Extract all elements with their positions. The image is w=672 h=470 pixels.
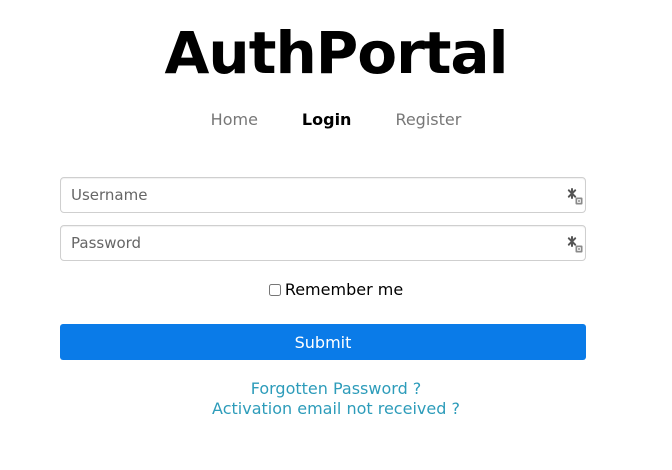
nav-home-link[interactable]: Home [211,110,258,129]
submit-button[interactable]: Submit [60,324,586,360]
password-field-wrapper [60,225,586,261]
password-key-icon [567,188,583,205]
nav-register-link[interactable]: Register [395,110,461,129]
password-key-icon [567,236,583,253]
password-input[interactable] [61,226,585,260]
remember-me-row[interactable]: Remember me [0,280,672,299]
username-field-wrapper [60,177,586,213]
remember-me-checkbox[interactable] [268,283,281,296]
forgot-password-link[interactable]: Forgotten Password ? [251,379,422,399]
username-input[interactable] [61,178,585,212]
nav-login-link[interactable]: Login [302,110,352,129]
help-links: Forgotten Password ? Activation email no… [0,379,672,419]
top-nav: Home Login Register [0,106,672,132]
remember-me-label: Remember me [284,280,404,299]
activation-email-link[interactable]: Activation email not received ? [212,399,460,419]
app-logo-title: AuthPortal [164,19,509,87]
